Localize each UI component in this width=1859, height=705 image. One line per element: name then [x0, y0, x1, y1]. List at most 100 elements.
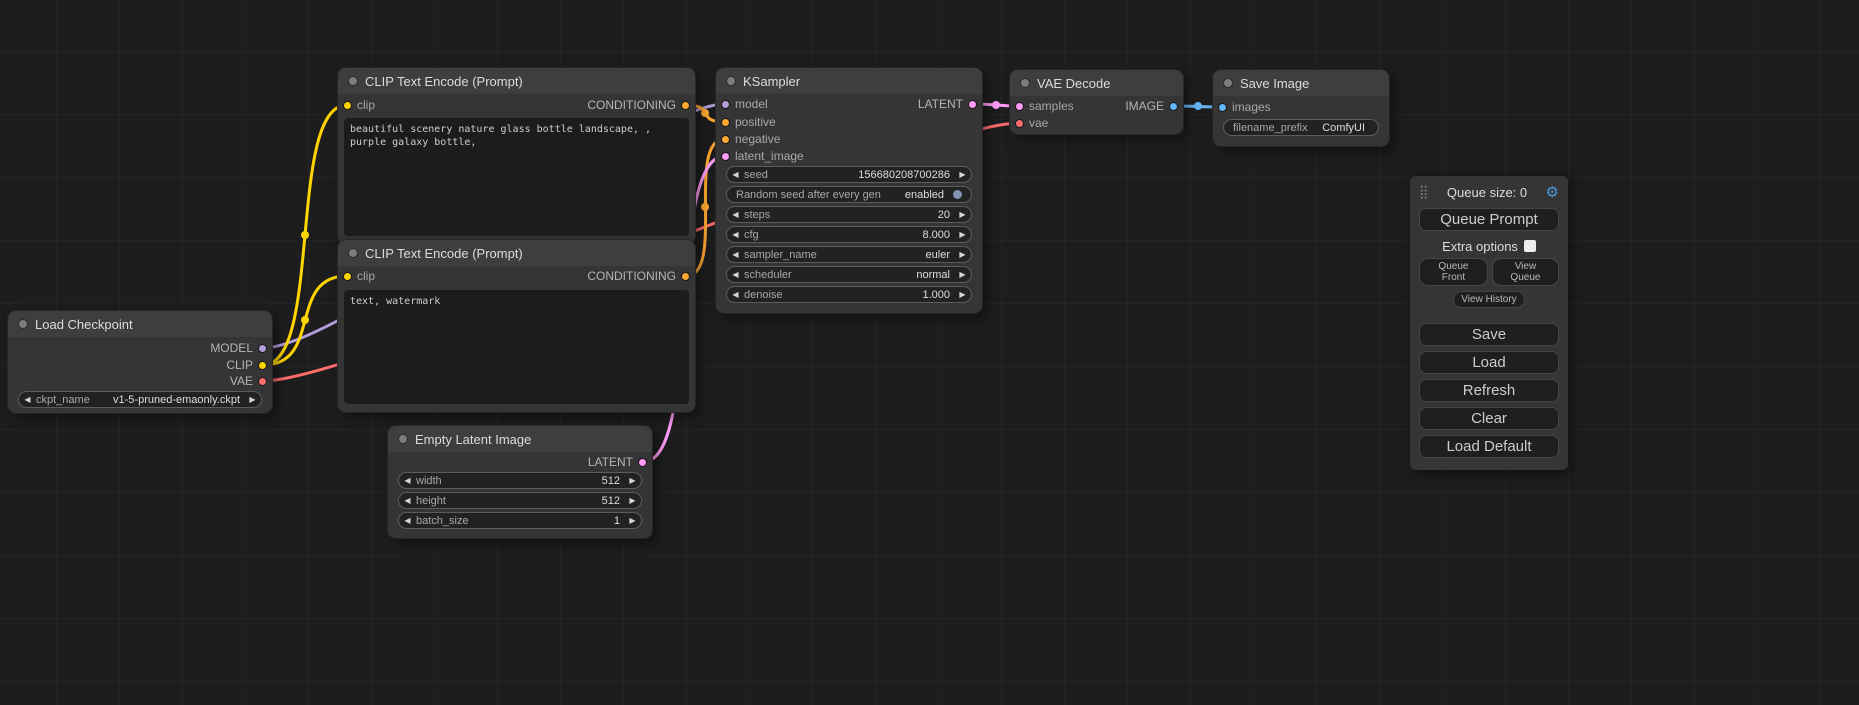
- arrow-right-icon[interactable]: ▶: [954, 247, 971, 262]
- positive-prompt-textarea[interactable]: beautiful scenery nature glass bottle la…: [344, 118, 689, 236]
- input-port-clip[interactable]: [343, 272, 352, 281]
- widget-label: steps: [744, 209, 770, 221]
- collapse-dot-icon[interactable]: [18, 319, 28, 329]
- output-port-conditioning[interactable]: [681, 101, 690, 110]
- arrow-left-icon[interactable]: ◀: [727, 227, 744, 242]
- toggle-dot-icon[interactable]: [953, 190, 962, 199]
- input-port-model[interactable]: [721, 100, 730, 109]
- widget-denoise[interactable]: ◀ denoise 1.000 ▶: [726, 286, 972, 303]
- input-port-clip[interactable]: [343, 101, 352, 110]
- widget-ckpt-name[interactable]: ◀ ckpt_name v1-5-pruned-emaonly.ckpt ▶: [18, 391, 262, 408]
- arrow-left-icon[interactable]: ◀: [727, 287, 744, 302]
- input-port-positive[interactable]: [721, 118, 730, 127]
- save-button[interactable]: Save: [1419, 323, 1559, 346]
- node-ksampler[interactable]: KSampler model LATENT positive negative …: [716, 68, 982, 313]
- widget-steps[interactable]: ◀ steps 20 ▶: [726, 206, 972, 223]
- node-vae-decode[interactable]: VAE Decode samples IMAGE vae: [1010, 70, 1183, 134]
- arrow-left-icon[interactable]: ◀: [399, 473, 416, 488]
- output-port-model[interactable]: [258, 344, 267, 353]
- arrow-right-icon[interactable]: ▶: [954, 167, 971, 182]
- widget-value: 8.000: [759, 229, 954, 241]
- output-port-clip[interactable]: [258, 361, 267, 370]
- widget-seed[interactable]: ◀ seed 156680208700286 ▶: [726, 166, 972, 183]
- arrow-right-icon[interactable]: ▶: [624, 493, 641, 508]
- widget-width[interactable]: ◀ width 512 ▶: [398, 472, 642, 489]
- arrow-right-icon[interactable]: ▶: [624, 473, 641, 488]
- queue-prompt-button[interactable]: Queue Prompt: [1419, 208, 1559, 231]
- node-header[interactable]: VAE Decode: [1010, 70, 1183, 96]
- arrow-right-icon[interactable]: ▶: [954, 287, 971, 302]
- widget-label: filename_prefix: [1233, 122, 1308, 134]
- port-row-positive: positive: [716, 114, 982, 130]
- refresh-button[interactable]: Refresh: [1419, 379, 1559, 402]
- node-load-checkpoint[interactable]: Load Checkpoint MODEL CLIP VAE ◀ ckpt_na…: [8, 311, 272, 413]
- input-label-clip: clip: [357, 268, 375, 284]
- arrow-right-icon[interactable]: ▶: [624, 513, 641, 528]
- widget-cfg[interactable]: ◀ cfg 8.000 ▶: [726, 226, 972, 243]
- input-port-images[interactable]: [1218, 103, 1227, 112]
- arrow-left-icon[interactable]: ◀: [399, 493, 416, 508]
- queue-front-button[interactable]: Queue Front: [1419, 258, 1488, 286]
- node-header[interactable]: Load Checkpoint: [8, 311, 272, 337]
- node-clip-text-encode-negative[interactable]: CLIP Text Encode (Prompt) clip CONDITION…: [338, 240, 695, 412]
- output-label-conditioning: CONDITIONING: [587, 268, 676, 284]
- arrow-right-icon[interactable]: ▶: [954, 207, 971, 222]
- extra-options-checkbox[interactable]: [1524, 240, 1536, 252]
- input-port-vae[interactable]: [1015, 119, 1024, 128]
- settings-gear-icon[interactable]: ⚙: [1546, 183, 1559, 201]
- arrow-left-icon[interactable]: ◀: [727, 167, 744, 182]
- arrow-right-icon[interactable]: ▶: [244, 392, 261, 407]
- widget-random-seed-toggle[interactable]: Random seed after every gen enabled: [726, 186, 972, 203]
- output-port-latent[interactable]: [968, 100, 977, 109]
- collapse-dot-icon[interactable]: [1223, 78, 1233, 88]
- input-label-vae: vae: [1029, 115, 1048, 131]
- negative-prompt-textarea[interactable]: text, watermark: [344, 290, 689, 404]
- node-clip-text-encode-positive[interactable]: CLIP Text Encode (Prompt) clip CONDITION…: [338, 68, 695, 244]
- drag-handle-icon[interactable]: ⣿: [1419, 184, 1429, 200]
- output-port-latent[interactable]: [638, 458, 647, 467]
- collapse-dot-icon[interactable]: [398, 434, 408, 444]
- load-button[interactable]: Load: [1419, 351, 1559, 374]
- node-title: Empty Latent Image: [415, 432, 531, 447]
- output-port-vae[interactable]: [258, 377, 267, 386]
- input-port-latent-image[interactable]: [721, 152, 730, 161]
- widget-batch-size[interactable]: ◀ batch_size 1 ▶: [398, 512, 642, 529]
- clear-button[interactable]: Clear: [1419, 407, 1559, 430]
- output-port-conditioning[interactable]: [681, 272, 690, 281]
- widget-height[interactable]: ◀ height 512 ▶: [398, 492, 642, 509]
- output-port-image[interactable]: [1169, 102, 1178, 111]
- node-graph-canvas[interactable]: Load Checkpoint MODEL CLIP VAE ◀ ckpt_na…: [0, 0, 1859, 705]
- node-header[interactable]: CLIP Text Encode (Prompt): [338, 68, 695, 94]
- node-header[interactable]: Empty Latent Image: [388, 426, 652, 452]
- widget-filename-prefix[interactable]: filename_prefix ComfyUI: [1223, 119, 1379, 136]
- arrow-left-icon[interactable]: ◀: [727, 267, 744, 282]
- widget-sampler-name[interactable]: ◀ sampler_name euler ▶: [726, 246, 972, 263]
- input-label-images: images: [1232, 99, 1271, 115]
- node-save-image[interactable]: Save Image images filename_prefix ComfyU…: [1213, 70, 1389, 146]
- widget-scheduler[interactable]: ◀ scheduler normal ▶: [726, 266, 972, 283]
- widget-value: 512: [442, 475, 624, 487]
- arrow-right-icon[interactable]: ▶: [954, 267, 971, 282]
- collapse-dot-icon[interactable]: [1020, 78, 1030, 88]
- input-port-negative[interactable]: [721, 135, 730, 144]
- node-empty-latent-image[interactable]: Empty Latent Image LATENT ◀ width 512 ▶ …: [388, 426, 652, 538]
- arrow-right-icon[interactable]: ▶: [954, 227, 971, 242]
- port-row: clip CONDITIONING: [338, 268, 695, 284]
- collapse-dot-icon[interactable]: [348, 76, 358, 86]
- collapse-dot-icon[interactable]: [348, 248, 358, 258]
- node-header[interactable]: Save Image: [1213, 70, 1389, 96]
- load-default-button[interactable]: Load Default: [1419, 435, 1559, 458]
- collapse-dot-icon[interactable]: [726, 76, 736, 86]
- view-queue-button[interactable]: View Queue: [1492, 258, 1559, 286]
- widget-value: 1.000: [783, 289, 954, 301]
- input-port-samples[interactable]: [1015, 102, 1024, 111]
- node-header[interactable]: CLIP Text Encode (Prompt): [338, 240, 695, 266]
- arrow-left-icon[interactable]: ◀: [727, 207, 744, 222]
- output-label-vae: VAE: [230, 373, 253, 389]
- view-history-button[interactable]: View History: [1453, 291, 1524, 308]
- arrow-left-icon[interactable]: ◀: [727, 247, 744, 262]
- arrow-left-icon[interactable]: ◀: [399, 513, 416, 528]
- port-row-samples-image: samples IMAGE: [1010, 98, 1183, 114]
- arrow-left-icon[interactable]: ◀: [19, 392, 36, 407]
- node-header[interactable]: KSampler: [716, 68, 982, 94]
